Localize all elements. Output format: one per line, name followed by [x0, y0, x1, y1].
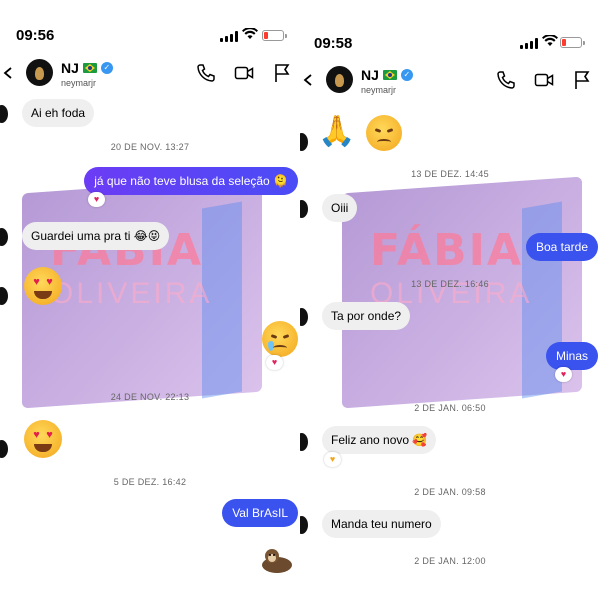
- contact-name-row[interactable]: NJ ✓: [361, 67, 413, 83]
- heart-icon: ♥: [88, 192, 105, 207]
- message-incoming[interactable]: Guardei uma pra ti 😂😝: [22, 222, 170, 250]
- avatar[interactable]: [26, 59, 53, 86]
- message-incoming[interactable]: Ta por onde?: [322, 302, 411, 330]
- heart-icon: ♥: [555, 367, 572, 382]
- sender-avatar: [300, 516, 308, 534]
- crying-emoji[interactable]: [262, 321, 298, 357]
- sender-avatar: [0, 440, 8, 458]
- sender-avatar: [0, 287, 8, 305]
- contact-handle: neymarjr: [361, 85, 397, 95]
- status-time: 09:58: [314, 35, 353, 52]
- chat-thread: 🙏 13 DE DEZ. 14:45 Oiii Boa tarde 13 DE …: [300, 97, 600, 600]
- header-actions: [496, 70, 592, 90]
- sad-face-emoji[interactable]: [366, 115, 402, 151]
- sender-avatar: [300, 200, 308, 218]
- message-outgoing[interactable]: já que não teve blusa da seleção 🫠: [84, 167, 298, 195]
- header-actions: [196, 63, 292, 83]
- message-incoming[interactable]: Ai eh foda: [22, 99, 95, 127]
- timestamp: 2 DE JAN. 09:58: [414, 487, 486, 497]
- battery-icon: [560, 37, 585, 48]
- signal-icon: [220, 31, 238, 42]
- contact-name: NJ: [361, 67, 379, 83]
- avatar[interactable]: [326, 66, 353, 93]
- heart-eyes-emoji[interactable]: ♥ ♥: [24, 267, 62, 305]
- timestamp: 13 DE DEZ. 14:45: [411, 169, 489, 179]
- timestamp: 5 DE DEZ. 16:42: [113, 477, 187, 487]
- sender-avatar: [300, 133, 308, 151]
- video-icon[interactable]: [234, 63, 254, 83]
- verified-icon: ✓: [100, 62, 113, 74]
- video-icon[interactable]: [534, 70, 554, 90]
- timestamp: 13 DE DEZ. 16:46: [411, 279, 489, 289]
- timestamp: 2 DE JAN. 12:00: [414, 556, 486, 566]
- timestamp: 24 DE NOV. 22:13: [110, 392, 190, 402]
- message-outgoing[interactable]: Minas: [545, 342, 598, 370]
- status-time: 09:56: [16, 27, 55, 44]
- otter-sticker[interactable]: [260, 547, 294, 575]
- chat-header: NJ ✓ neymarjr: [0, 55, 300, 97]
- flag-icon[interactable]: [572, 70, 592, 90]
- message-outgoing[interactable]: Val BrAsIL: [222, 499, 298, 527]
- phone-icon[interactable]: [196, 63, 216, 83]
- heart-icon: ♥: [266, 355, 283, 370]
- status-bar: 09:58: [300, 0, 600, 52]
- timestamp: 2 DE JAN. 06:50: [414, 403, 486, 413]
- sender-avatar: [0, 105, 8, 123]
- verified-icon: ✓: [400, 69, 413, 81]
- sender-avatar: [300, 308, 308, 326]
- message-incoming[interactable]: Oiii: [322, 194, 358, 222]
- chat-thread: Ai eh foda 20 DE NOV. 13:27 já que não t…: [0, 97, 300, 600]
- flag-icon[interactable]: [272, 63, 292, 83]
- message-incoming[interactable]: Feliz ano novo 🥰: [322, 426, 437, 454]
- wifi-icon: [242, 28, 258, 39]
- contact-name-row[interactable]: NJ ✓: [61, 60, 113, 76]
- back-chevron-icon[interactable]: [302, 74, 314, 86]
- left-screenshot: 09:56 NJ ✓ neymarjr FÁBIA OLIVEIRA Ai eh…: [0, 0, 300, 600]
- brazil-flag-icon: [382, 70, 397, 80]
- message-incoming[interactable]: Manda teu numero: [322, 510, 441, 538]
- sender-avatar: [300, 433, 308, 451]
- contact-name: NJ: [61, 60, 79, 76]
- right-screenshot: 09:58 NJ ✓ neymarjr FÁBIA OLIVEIRA 🙏 13 …: [300, 0, 600, 600]
- signal-icon: [520, 38, 538, 49]
- phone-icon[interactable]: [496, 70, 516, 90]
- timestamp: 20 DE NOV. 13:27: [110, 142, 190, 152]
- praying-hands-emoji[interactable]: 🙏: [316, 113, 358, 151]
- heart-eyes-emoji[interactable]: ♥ ♥: [24, 420, 62, 458]
- hug-reaction-icon: ♥: [324, 452, 341, 467]
- message-outgoing[interactable]: Boa tarde: [525, 233, 598, 261]
- sender-avatar: [0, 228, 8, 246]
- contact-handle: neymarjr: [61, 78, 97, 88]
- battery-icon: [262, 30, 287, 41]
- status-bar: 09:56: [0, 0, 300, 50]
- wifi-icon: [542, 35, 558, 46]
- brazil-flag-icon: [82, 63, 97, 73]
- back-chevron-icon[interactable]: [2, 67, 14, 79]
